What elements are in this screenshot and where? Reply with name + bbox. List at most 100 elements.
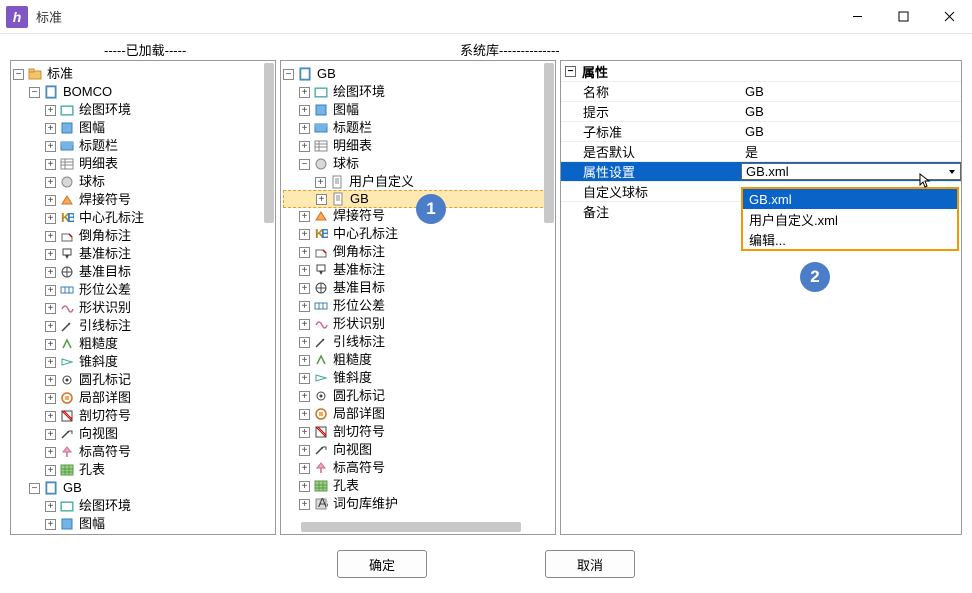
tree-node[interactable]: 标高符号 — [13, 443, 273, 461]
tree-node[interactable]: 图幅 — [13, 119, 273, 137]
tree-node[interactable]: 焊接符号 — [13, 191, 273, 209]
tree-node[interactable]: 词句库维护 — [283, 495, 553, 513]
tree-node[interactable]: 形位公差 — [13, 281, 273, 299]
tree-expander[interactable] — [299, 355, 310, 366]
tree-node[interactable]: 倒角标注 — [13, 227, 273, 245]
tree-node[interactable]: 倒角标注 — [283, 243, 553, 261]
tree-expander[interactable] — [45, 285, 56, 296]
property-row[interactable]: 是否默认是 — [561, 141, 961, 161]
tree-expander[interactable] — [283, 69, 294, 80]
property-row[interactable]: 名称GB — [561, 81, 961, 101]
scrollbar-horizontal[interactable] — [301, 522, 521, 532]
tree-node[interactable]: 绘图环境 — [283, 83, 553, 101]
tree-node[interactable]: BOMCO — [13, 83, 273, 101]
tree-expander[interactable] — [299, 337, 310, 348]
tree-node[interactable]: GB — [13, 479, 273, 497]
tree-node[interactable]: 球标 — [283, 155, 553, 173]
tree-expander[interactable] — [45, 339, 56, 350]
tree-node[interactable]: 球标 — [13, 173, 273, 191]
property-row[interactable]: 提示GB — [561, 101, 961, 121]
tree-expander[interactable] — [299, 319, 310, 330]
tree-expander[interactable] — [45, 447, 56, 458]
tree-node[interactable]: 圆孔标记 — [283, 387, 553, 405]
tree-node[interactable]: 剖切符号 — [283, 423, 553, 441]
tree-node[interactable]: 标准 — [13, 65, 273, 83]
tree-expander[interactable] — [299, 499, 310, 510]
tree-node[interactable]: 锥斜度 — [283, 369, 553, 387]
tree-node[interactable]: 锥斜度 — [13, 353, 273, 371]
tree-expander[interactable] — [299, 123, 310, 134]
loaded-tree[interactable]: 标准BOMCO绘图环境图幅标题栏明细表球标焊接符号中心孔标注倒角标注基准标注基准… — [11, 61, 275, 535]
tree-expander[interactable] — [299, 427, 310, 438]
tree-node[interactable]: 形状识别 — [283, 315, 553, 333]
tree-node[interactable]: 引线标注 — [13, 317, 273, 335]
tree-expander[interactable] — [315, 177, 326, 188]
chevron-down-icon[interactable] — [944, 164, 960, 179]
tree-node[interactable]: 绘图环境 — [13, 497, 273, 515]
property-value[interactable]: GB — [741, 124, 961, 139]
property-value[interactable]: 是 — [741, 142, 961, 161]
tree-expander[interactable] — [45, 303, 56, 314]
tree-node[interactable]: 圆孔标记 — [13, 371, 273, 389]
tree-node[interactable]: 局部详图 — [283, 405, 553, 423]
tree-node[interactable]: 标题栏 — [283, 119, 553, 137]
tree-expander[interactable] — [45, 123, 56, 134]
tree-node[interactable]: 标高符号 — [283, 459, 553, 477]
tree-node[interactable]: 形状识别 — [13, 299, 273, 317]
tree-expander[interactable] — [299, 409, 310, 420]
tree-expander[interactable] — [45, 321, 56, 332]
tree-expander[interactable] — [45, 231, 56, 242]
tree-node[interactable]: 基准目标 — [13, 263, 273, 281]
tree-expander[interactable] — [299, 283, 310, 294]
tree-expander[interactable] — [299, 265, 310, 276]
tree-expander[interactable] — [299, 445, 310, 456]
maximize-button[interactable] — [880, 0, 926, 34]
tree-node[interactable]: 孔表 — [283, 477, 553, 495]
tree-node[interactable]: 局部详图 — [13, 389, 273, 407]
tree-node[interactable]: 明细表 — [283, 137, 553, 155]
tree-expander[interactable] — [299, 463, 310, 474]
tree-expander[interactable] — [299, 87, 310, 98]
tree-expander[interactable] — [29, 87, 40, 98]
tree-expander[interactable] — [45, 213, 56, 224]
scrollbar-vertical[interactable] — [544, 63, 554, 223]
tree-node[interactable]: 图幅 — [283, 101, 553, 119]
tree-expander[interactable] — [45, 249, 56, 260]
tree-expander[interactable] — [299, 481, 310, 492]
tree-expander[interactable] — [45, 195, 56, 206]
tree-expander[interactable] — [45, 141, 56, 152]
collapse-icon[interactable] — [565, 66, 576, 77]
tree-expander[interactable] — [45, 465, 56, 476]
tree-node[interactable]: 引线标注 — [283, 333, 553, 351]
tree-expander[interactable] — [299, 301, 310, 312]
tree-expander[interactable] — [45, 267, 56, 278]
tree-node[interactable]: 剖切符号 — [13, 407, 273, 425]
scrollbar-vertical[interactable] — [264, 63, 274, 223]
tree-node[interactable]: 标题栏 — [13, 137, 273, 155]
tree-expander[interactable] — [45, 375, 56, 386]
tree-node[interactable]: GB — [283, 65, 553, 83]
tree-node[interactable]: 明细表 — [13, 155, 273, 173]
tree-node[interactable]: 基准标注 — [13, 245, 273, 263]
tree-expander[interactable] — [45, 411, 56, 422]
tree-expander[interactable] — [299, 211, 310, 222]
tree-expander[interactable] — [299, 247, 310, 258]
tree-expander[interactable] — [299, 105, 310, 116]
dropdown-option[interactable]: 编辑... — [743, 229, 957, 249]
tree-expander[interactable] — [299, 229, 310, 240]
tree-expander[interactable] — [29, 483, 40, 494]
property-group-header[interactable]: 属性 — [561, 61, 961, 81]
tree-node[interactable]: 绘图环境 — [13, 101, 273, 119]
tree-node[interactable]: 基准目标 — [283, 279, 553, 297]
tree-node[interactable]: 向视图 — [283, 441, 553, 459]
tree-expander[interactable] — [45, 177, 56, 188]
tree-expander[interactable] — [45, 501, 56, 512]
tree-node[interactable]: 中心孔标注 — [283, 225, 553, 243]
close-button[interactable] — [926, 0, 972, 34]
property-value[interactable]: GB — [741, 84, 961, 99]
dropdown-option[interactable]: GB.xml — [743, 189, 957, 209]
tree-expander[interactable] — [299, 141, 310, 152]
tree-expander[interactable] — [316, 194, 327, 205]
tree-node[interactable]: 图幅 — [13, 515, 273, 533]
tree-node[interactable]: 向视图 — [13, 425, 273, 443]
